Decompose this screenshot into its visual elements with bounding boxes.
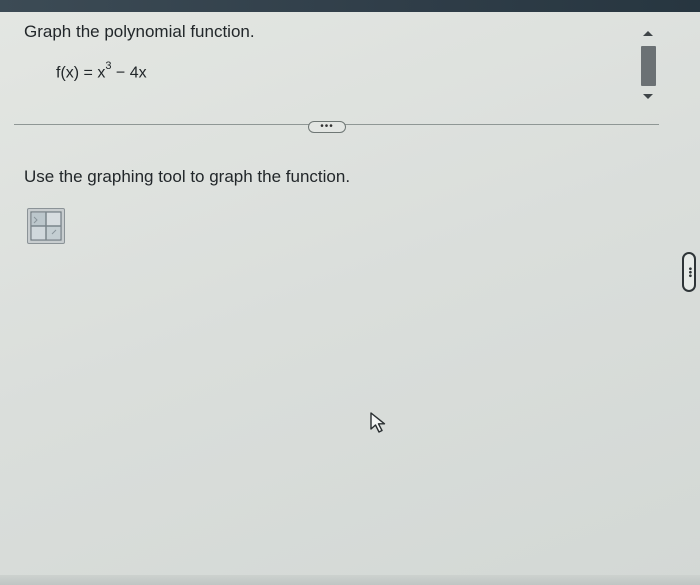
formula-prefix: f(x) = x: [56, 64, 106, 82]
question-title: Graph the polynomial function.: [24, 22, 255, 41]
bottom-edge: [0, 575, 700, 585]
expand-more-button[interactable]: •••: [308, 121, 346, 133]
graph-tool-button[interactable]: [27, 208, 65, 244]
polynomial-formula: f(x) = x3 − 4x: [56, 60, 147, 82]
side-handle-dots: •••: [684, 266, 695, 278]
formula-exponent: 3: [105, 60, 112, 72]
scroll-thumb[interactable]: [641, 46, 656, 86]
graph-tool-icon: [30, 211, 62, 241]
question-panel: [0, 12, 700, 585]
side-panel-handle[interactable]: •••: [682, 252, 696, 292]
scroll-up-icon[interactable]: [643, 31, 653, 36]
top-strip: [0, 0, 700, 12]
formula-suffix: − 4x: [111, 64, 147, 82]
mouse-pointer-icon: [370, 412, 386, 433]
screen: Graph the polynomial function. f(x) = x3…: [0, 0, 700, 585]
instruction-text: Use the graphing tool to graph the funct…: [24, 167, 351, 186]
more-dots-label: •••: [320, 121, 334, 132]
scroll-down-icon[interactable]: [643, 94, 653, 99]
vertical-scrollbar[interactable]: [638, 26, 659, 106]
